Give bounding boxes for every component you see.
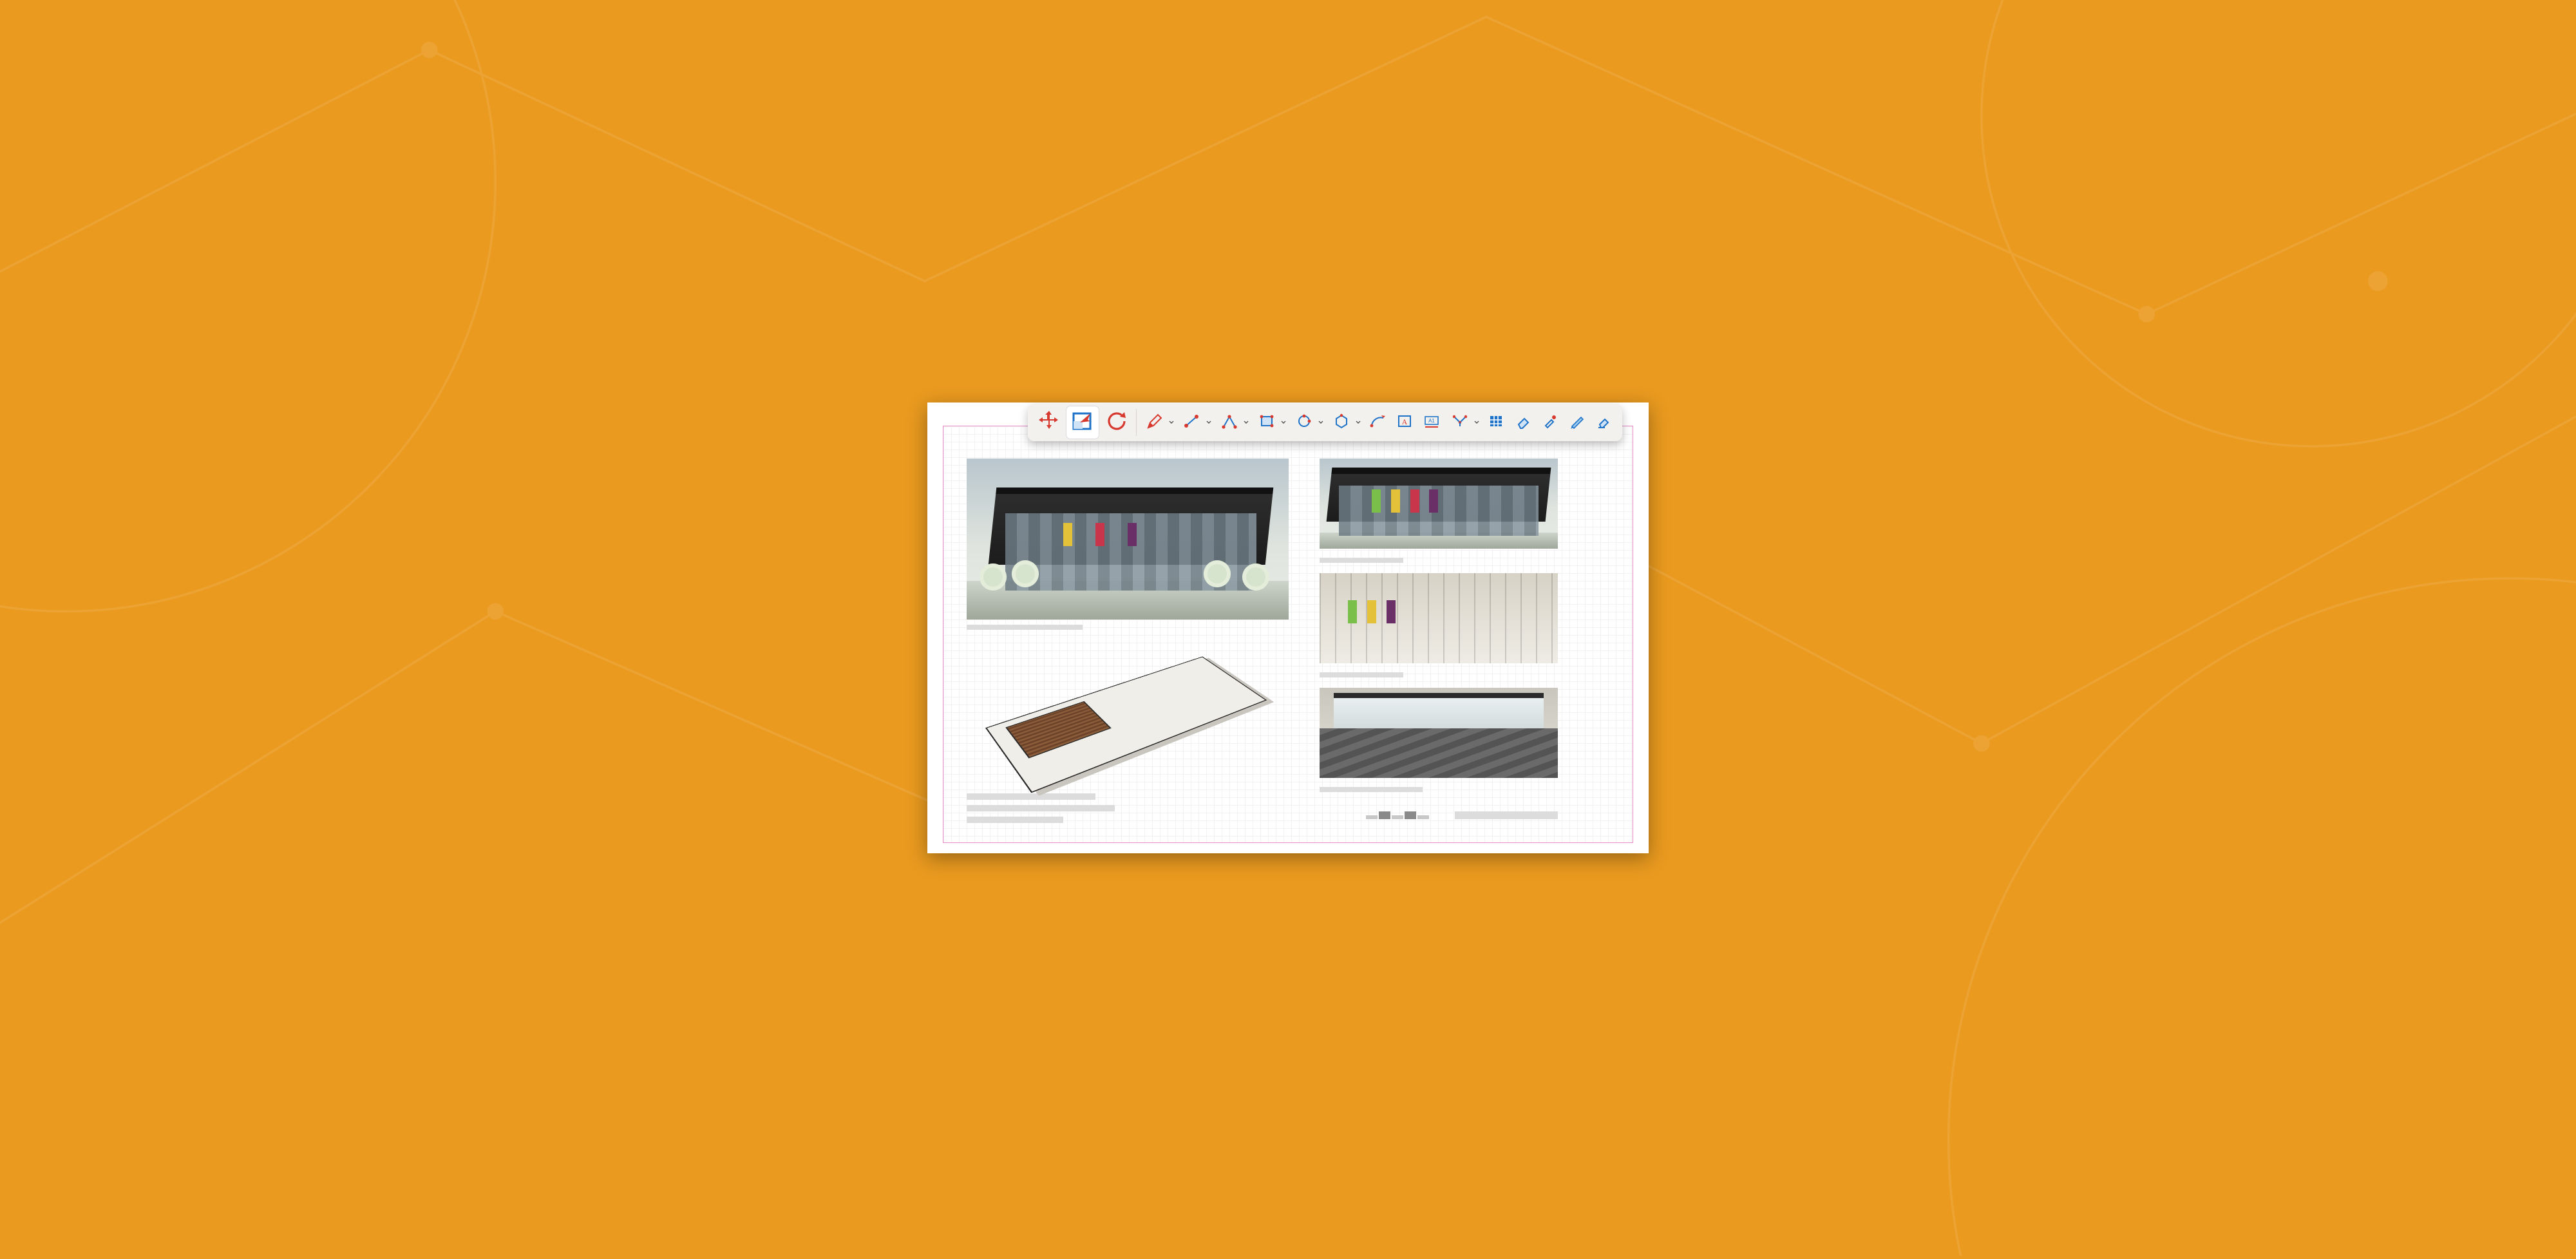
text-box-icon: A1 [1423,413,1440,433]
chevron-down-icon [1318,417,1323,428]
title-block [967,793,1289,823]
polygon-fill-tool[interactable] [1254,410,1280,435]
dimension-tool[interactable] [1447,410,1473,435]
caption-placeholder [1320,787,1423,792]
toolbar-transform-group [1030,406,1135,439]
svg-text:A: A [1402,417,1408,426]
render-isometric-cutaway[interactable] [967,647,1289,775]
point-dropdown[interactable] [1205,417,1213,428]
select-region-tool[interactable] [1066,406,1099,439]
move-tool[interactable] [1033,406,1065,439]
eraser-tool[interactable] [1510,410,1536,435]
move-icon [1037,410,1061,436]
title-line [967,817,1063,823]
main-toolbar: A A1 [1028,404,1622,441]
dimension-dropdown[interactable] [1473,417,1481,428]
render-exterior-entry[interactable] [1320,459,1558,549]
polygon-tool[interactable] [1329,410,1354,435]
rotate-tool[interactable] [1100,406,1132,439]
eraser-icon [1515,413,1531,433]
circle-dropdown[interactable] [1317,417,1325,428]
chevron-down-icon [1169,417,1174,428]
pencil-icon [1146,413,1163,433]
caption-placeholder [967,625,1083,630]
circle-tool[interactable] [1291,410,1317,435]
arc-icon [1369,413,1386,433]
render-auditorium[interactable] [1320,688,1558,778]
point-tool[interactable] [1179,410,1205,435]
rect-icon [1258,413,1275,433]
layout-sheet [943,426,1633,842]
pen-tool[interactable] [1564,410,1590,435]
point-icon [1184,413,1200,433]
title-line [967,793,1095,800]
chevron-down-icon [1206,417,1211,428]
line-tool[interactable] [1217,410,1242,435]
arc-tool[interactable] [1365,410,1390,435]
sheet-label-placeholder [1455,811,1558,819]
scale-bar [1366,810,1429,819]
table-tool[interactable] [1483,410,1509,435]
chevron-down-icon [1356,417,1361,428]
highlighter-tool[interactable] [1591,410,1617,435]
toolbar-draw-group: A A1 [1138,406,1620,439]
title-line [967,805,1115,811]
layout-sheet-border [943,426,1633,843]
render-exterior-main[interactable] [967,459,1289,620]
eyedropper-tool[interactable] [1537,410,1563,435]
line-dropdown[interactable] [1242,417,1250,428]
toolbar-separator [1136,409,1137,436]
table-icon [1488,413,1504,433]
freehand-tool[interactable] [1142,410,1168,435]
polygon-fill-dropdown[interactable] [1280,417,1287,428]
text-tool[interactable]: A [1392,410,1417,435]
dimension-icon [1452,413,1468,433]
text-icon: A [1396,413,1413,433]
caption-placeholder [1320,558,1403,563]
select-region-icon [1071,410,1094,436]
sheet-footer [1366,810,1558,819]
rotate-icon [1104,410,1128,436]
chevron-down-icon [1244,417,1249,428]
polygon-dropdown[interactable] [1354,417,1362,428]
svg-text:A1: A1 [1428,418,1435,424]
render-interior-lobby[interactable] [1320,573,1558,663]
text-box-tool[interactable]: A1 [1419,410,1444,435]
chevron-down-icon [1474,417,1479,428]
drawing-canvas[interactable]: A A1 [927,402,1649,853]
pen-icon [1569,413,1586,433]
chevron-down-icon [1281,417,1286,428]
eyedropper-icon [1542,413,1558,433]
line-icon [1221,413,1238,433]
caption-placeholder [1320,672,1403,677]
circle-icon [1296,413,1312,433]
highlighter-icon [1596,413,1613,433]
freehand-dropdown[interactable] [1168,417,1175,428]
hexagon-icon [1333,413,1350,433]
